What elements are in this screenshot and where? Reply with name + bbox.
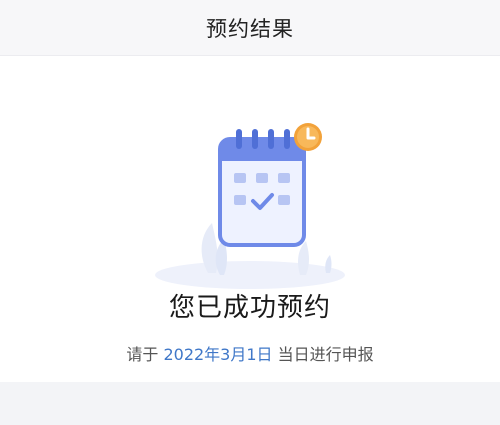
success-title: 您已成功预约	[168, 293, 331, 323]
declaration-notice: 请于 2022年3月1日 当日进行申报	[0, 341, 500, 365]
notice-suffix: 当日进行申报	[272, 345, 374, 364]
declaration-date: 2022年3月1日	[163, 345, 273, 364]
bottom-bar	[0, 382, 500, 425]
page-header: 预约结果	[0, 0, 500, 56]
notice-prefix: 请于	[126, 345, 164, 364]
page-title: 预约结果	[206, 16, 294, 41]
result-panel: 您已成功预约 请于 2022年3月1日 当日进行申报	[0, 57, 500, 382]
clock-icon	[294, 123, 322, 151]
calendar-check-icon	[155, 123, 345, 289]
calendar-illustration	[150, 115, 350, 305]
